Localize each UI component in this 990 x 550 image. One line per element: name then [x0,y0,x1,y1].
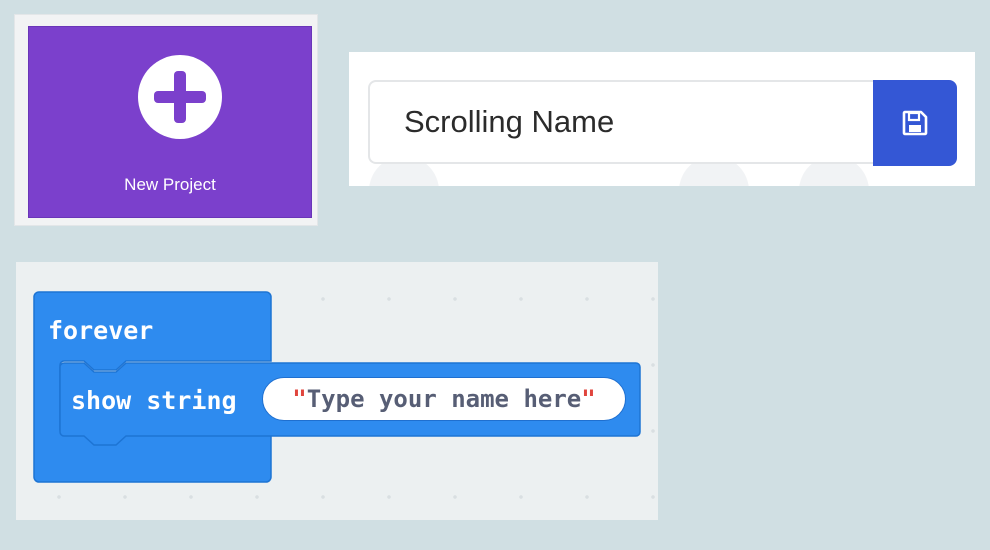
string-input[interactable]: " Type your name here " [262,377,626,421]
new-project-button[interactable]: New Project [28,26,312,218]
blocks-workspace: forever show string " Type your name here… [16,262,658,520]
string-value: Type your name here [306,385,582,413]
new-project-label: New Project [124,175,216,194]
quote-open: " [292,385,307,413]
quote-close: " [581,385,596,413]
project-name-bar [349,52,975,186]
show-string-label: show string [71,386,237,415]
new-project-frame: New Project [14,14,318,226]
save-icon [902,110,928,136]
save-button[interactable] [873,80,957,166]
forever-label: forever [48,316,154,345]
project-name-input[interactable] [368,80,873,164]
plus-icon [138,55,222,139]
